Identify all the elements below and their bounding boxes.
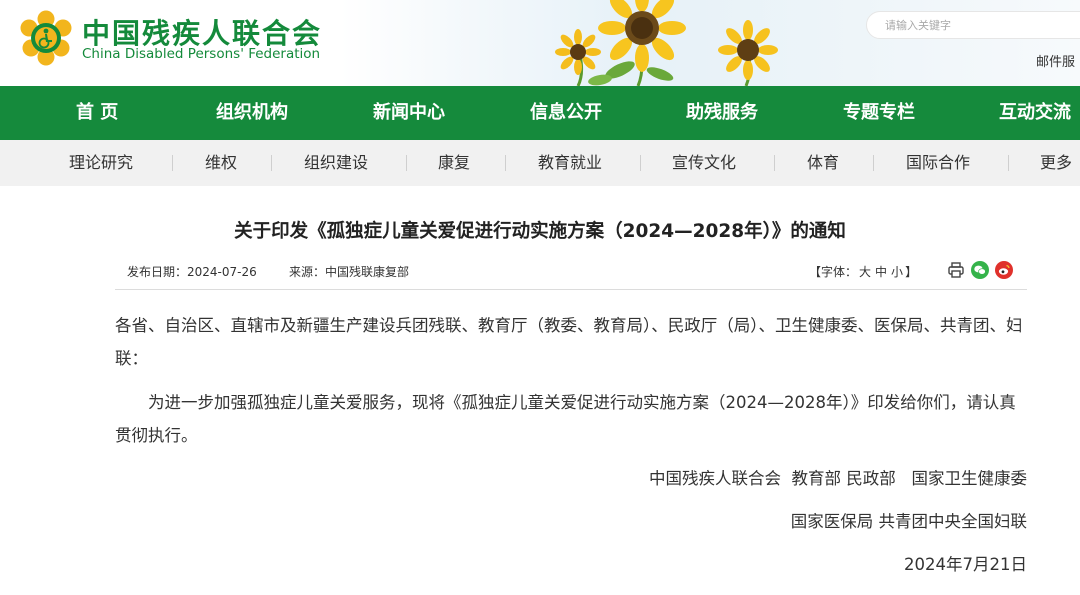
publish-date-label: 发布日期： bbox=[127, 265, 188, 279]
mail-service-link[interactable]: 邮件服 bbox=[1036, 51, 1075, 70]
sub-nav-divider bbox=[505, 155, 506, 171]
sub-nav-theory-research[interactable]: 理论研究 bbox=[69, 140, 133, 186]
print-icon[interactable] bbox=[947, 261, 965, 279]
main-nav: 首 页 组织机构 新闻中心 信息公开 助残服务 专题专栏 互动交流 bbox=[0, 86, 1080, 140]
sunflower-banner-image bbox=[555, 0, 778, 86]
signature-issuers-line-2: 国家医保局 共青团中央全国妇联 bbox=[790, 512, 1027, 531]
main-nav-special-topics[interactable]: 专题专栏 bbox=[843, 86, 915, 140]
sub-nav-divider bbox=[271, 155, 272, 171]
font-size-control: 【字体：大中小】 bbox=[809, 263, 917, 280]
search-input[interactable] bbox=[867, 12, 1080, 38]
article-paragraph-notice: 为进一步加强孤独症儿童关爱服务，现将《孤独症儿童关爱促进行动实施方案（2024—… bbox=[115, 393, 1016, 445]
sub-nav-divider bbox=[406, 155, 407, 171]
sub-nav-divider bbox=[640, 155, 641, 171]
sub-nav-divider bbox=[172, 155, 173, 171]
sub-nav-divider bbox=[774, 155, 775, 171]
main-nav-interaction[interactable]: 互动交流 bbox=[999, 86, 1071, 140]
article-meta-bar: 发布日期：2024-07-26 来源：中国残联康复部 【字体：大中小】 bbox=[115, 258, 1027, 290]
sub-nav-more[interactable]: 更多 bbox=[1040, 140, 1072, 186]
font-size-large[interactable]: 大 bbox=[859, 265, 871, 279]
article-title: 关于印发《孤独症儿童关爱促进行动实施方案（2024—2028年）》的通知 bbox=[234, 221, 846, 242]
sub-nav-divider bbox=[873, 155, 874, 171]
signature-date: 2024年7月21日 bbox=[904, 555, 1027, 574]
publish-date-value: 2024-07-26 bbox=[187, 265, 257, 279]
sub-nav: 理论研究 维权 组织建设 康复 教育就业 宣传文化 体育 国际合作 更多 bbox=[0, 140, 1080, 186]
main-nav-info-disclosure[interactable]: 信息公开 bbox=[530, 86, 602, 140]
sub-nav-org-building[interactable]: 组织建设 bbox=[304, 140, 368, 186]
source-label: 来源： bbox=[289, 265, 326, 279]
source-value: 中国残联康复部 bbox=[325, 265, 410, 279]
site-name-english[interactable]: China Disabled Persons' Federation bbox=[82, 46, 320, 62]
publish-date: 发布日期：2024-07-26 bbox=[127, 263, 257, 280]
main-nav-home[interactable]: 首 页 bbox=[76, 86, 118, 140]
font-size-small[interactable]: 小 bbox=[891, 265, 903, 279]
font-size-close: 】 bbox=[905, 265, 918, 279]
site-header: 中国残疾人联合会 China Disabled Persons' Federat… bbox=[0, 0, 1080, 86]
sub-nav-sports[interactable]: 体育 bbox=[807, 140, 839, 186]
main-nav-organization[interactable]: 组织机构 bbox=[216, 86, 288, 140]
article-source: 来源：中国残联康复部 bbox=[289, 263, 409, 280]
sub-nav-divider bbox=[1008, 155, 1009, 171]
main-nav-assistance-services[interactable]: 助残服务 bbox=[686, 86, 758, 140]
font-size-label: 【字体： bbox=[809, 265, 858, 279]
weibo-icon[interactable] bbox=[995, 261, 1013, 279]
sub-nav-culture[interactable]: 宣传文化 bbox=[672, 140, 736, 186]
font-size-medium[interactable]: 中 bbox=[875, 265, 887, 279]
signature-issuers-line-1: 中国残疾人联合会 教育部 民政部 国家卫生健康委 bbox=[649, 469, 1027, 488]
wechat-icon[interactable] bbox=[971, 261, 989, 279]
cdpf-logo-icon[interactable] bbox=[18, 10, 74, 66]
sub-nav-rights[interactable]: 维权 bbox=[205, 140, 237, 186]
article-paragraph-recipients: 各省、自治区、直辖市及新疆生产建设兵团残联、教育厅（教委、教育局）、民政厅（局）… bbox=[115, 316, 1023, 368]
search-box[interactable] bbox=[866, 11, 1080, 39]
sub-nav-rehabilitation[interactable]: 康复 bbox=[438, 140, 470, 186]
main-nav-news-center[interactable]: 新闻中心 bbox=[373, 86, 445, 140]
sub-nav-international[interactable]: 国际合作 bbox=[906, 140, 970, 186]
sub-nav-education-employment[interactable]: 教育就业 bbox=[538, 140, 602, 186]
